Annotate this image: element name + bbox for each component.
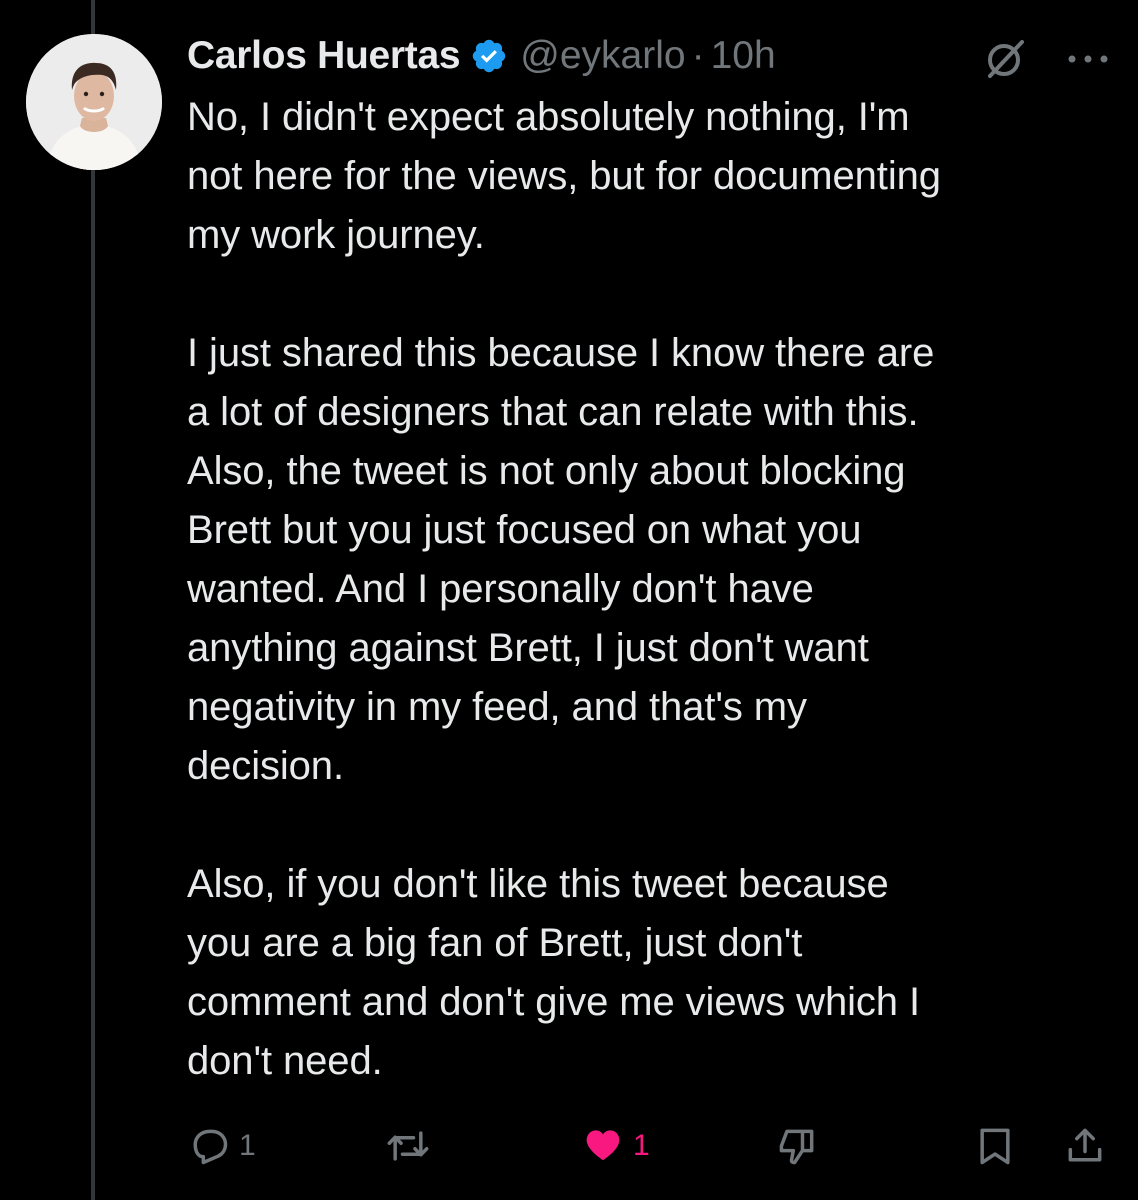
profile-photo — [26, 34, 162, 170]
like-button[interactable]: 1 — [581, 1118, 650, 1174]
reply-button[interactable]: 1 — [187, 1118, 256, 1174]
bookmark-button[interactable] — [973, 1118, 1017, 1174]
more-options-icon[interactable] — [1066, 49, 1110, 74]
post-paragraph: I just shared this because I know there … — [187, 331, 935, 788]
post-top-actions — [982, 36, 1110, 87]
reply-icon — [193, 1129, 228, 1165]
post-header: Carlos Huertas @eykarlo · 10h — [187, 28, 776, 84]
bookmark-icon — [980, 1128, 1010, 1165]
repost-button[interactable] — [383, 1118, 433, 1174]
meta-separator: · — [691, 34, 705, 77]
post-timestamp[interactable]: 10h — [711, 34, 776, 78]
post-paragraph: Also, if you don't like this tweet becau… — [187, 862, 920, 1083]
author-handle[interactable]: @eykarlo — [520, 34, 685, 78]
post-action-bar: 1 1 — [187, 1118, 1117, 1174]
like-count: 1 — [633, 1129, 650, 1162]
author-display-name[interactable]: Carlos Huertas — [187, 34, 461, 78]
share-button[interactable] — [1063, 1118, 1107, 1174]
repost-icon — [387, 1131, 429, 1161]
avatar[interactable] — [26, 34, 162, 170]
downvote-button[interactable] — [775, 1118, 819, 1174]
verified-badge-icon[interactable] — [470, 37, 508, 75]
heart-icon — [586, 1130, 620, 1161]
grok-icon[interactable] — [982, 36, 1028, 87]
post-paragraph: No, I didn't expect absolutely nothing, … — [187, 95, 941, 257]
post-body: No, I didn't expect absolutely nothing, … — [187, 88, 1117, 1091]
thread-connector-line — [91, 0, 95, 1200]
share-icon — [1068, 1128, 1102, 1162]
reply-count: 1 — [239, 1129, 256, 1162]
downvote-icon — [779, 1129, 814, 1165]
